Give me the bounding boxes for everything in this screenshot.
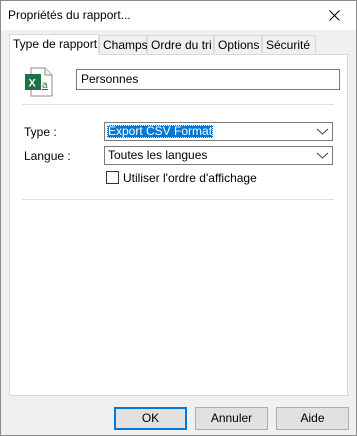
ok-button[interactable]: OK — [114, 407, 187, 430]
window-title: Propriétés du rapport... — [8, 8, 131, 22]
tab-report-type[interactable]: Type de rapport — [9, 34, 99, 55]
svg-text:X: X — [29, 78, 37, 90]
chevron-down-icon — [316, 152, 329, 159]
title-bar: Propriétés du rapport... — [1, 1, 356, 30]
help-button[interactable]: Aide — [276, 407, 349, 430]
excel-file-icon: X a — [22, 65, 56, 99]
language-select[interactable]: Toutes les langues — [104, 146, 333, 165]
close-button[interactable] — [312, 1, 356, 30]
tab-strip: Type de rapport Champs Ordre du tri Opti… — [9, 34, 349, 55]
tab-fields[interactable]: Champs — [99, 35, 148, 53]
tab-sort-order[interactable]: Ordre du tri — [147, 35, 214, 53]
language-select-value: Toutes les langues — [108, 148, 208, 162]
chevron-down-icon — [316, 128, 329, 135]
type-select-value: Export CSV Format — [107, 124, 214, 138]
separator-bottom — [22, 199, 334, 200]
report-name-input[interactable]: Personnes — [76, 69, 340, 90]
cancel-button[interactable]: Annuler — [195, 407, 268, 430]
type-select[interactable]: Export CSV Format — [104, 122, 333, 141]
close-icon — [328, 10, 340, 21]
display-order-checkbox[interactable] — [106, 171, 119, 184]
tab-panel-report-type: X a Personnes Type : Export CSV Format L… — [9, 54, 348, 396]
separator-top — [22, 104, 334, 105]
type-label: Type : — [24, 125, 57, 139]
tab-options[interactable]: Options — [214, 35, 262, 53]
tab-security[interactable]: Sécurité — [262, 35, 316, 53]
display-order-label[interactable]: Utiliser l'ordre d'affichage — [123, 171, 257, 185]
language-label: Langue : — [24, 149, 71, 163]
report-properties-dialog: Propriétés du rapport... Type de rapport… — [0, 0, 357, 436]
